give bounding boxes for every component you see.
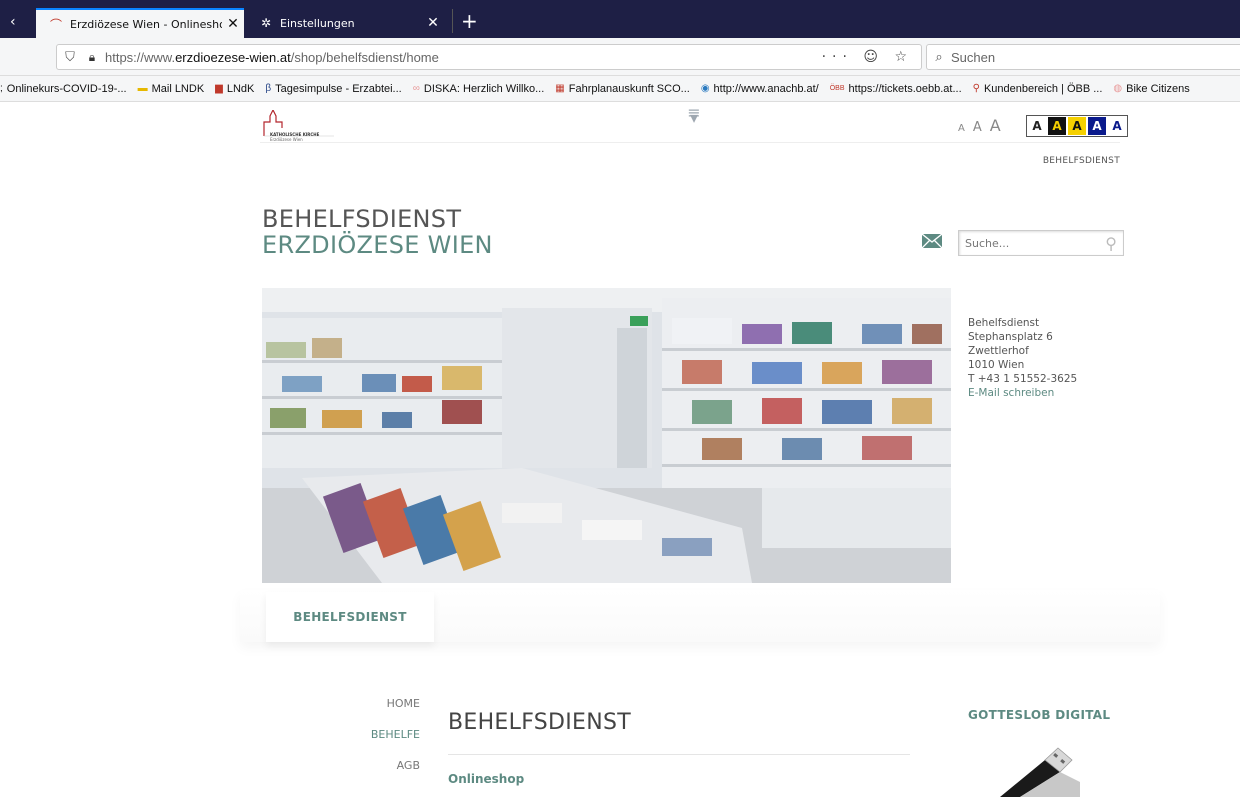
- main-heading: BEHELFSDIENST: [448, 710, 632, 735]
- nav-item-agb[interactable]: AGB: [360, 750, 420, 781]
- lock-icon[interactable]: 🔒︎: [83, 50, 101, 65]
- tab-title: Erzdiözese Wien - Onlineshop: [70, 17, 222, 31]
- main-heading-divider: [448, 754, 910, 755]
- bookmark-item[interactable]: ÖBB https://tickets.oebb.at...: [830, 83, 962, 95]
- tab-title: Einstellungen: [280, 16, 355, 30]
- email-link[interactable]: E-Mail schreiben: [968, 386, 1077, 400]
- bookmarks-toolbar: ; Onlinekurs-COVID-19-... ▬ Mail LNDK ▆ LNd…: [0, 76, 1240, 102]
- bookmark-item[interactable]: ▆ LNdK: [215, 83, 254, 95]
- anachb-icon: ◉: [700, 83, 710, 94]
- bookmark-item[interactable]: ◍ Bike Citizens: [1113, 83, 1189, 95]
- font-size-small-button[interactable]: A: [958, 123, 965, 134]
- bookmark-item[interactable]: ; Onlinekurs-COVID-19-...: [0, 83, 127, 95]
- search-placeholder: Suche...: [965, 236, 1010, 250]
- font-size-medium-button[interactable]: A: [973, 120, 982, 135]
- bookmark-item[interactable]: ◉ http://www.anachb.at/: [701, 83, 819, 95]
- page-actions-icons[interactable]: ··· ☺ ☆: [822, 49, 913, 65]
- sidebar-heading-gotteslob[interactable]: GOTTESLOB DIGITAL: [968, 708, 1110, 722]
- close-tab-icon[interactable]: ✕: [222, 16, 244, 32]
- contrast-switcher: A A A A A: [1026, 115, 1128, 137]
- bookmark-item[interactable]: ▬ Mail LNDK: [138, 83, 205, 95]
- shop-interior-illustration: [262, 288, 951, 583]
- contrast-blue-white-button[interactable]: A: [1088, 117, 1106, 135]
- flag-icon: ▆: [215, 83, 223, 94]
- oebb-icon: ÖBB: [829, 85, 845, 92]
- contact-city: 1010 Wien: [968, 359, 1025, 371]
- bookmark-item[interactable]: β Tagesimpulse - Erzabtei...: [265, 83, 401, 95]
- tracking-shield-icon[interactable]: ⛉: [57, 50, 83, 65]
- site-title[interactable]: BEHELFSDIENST ERZDIÖZESE WIEN: [262, 206, 493, 258]
- close-tab-icon[interactable]: ✕: [422, 15, 444, 31]
- page-icon: ;: [0, 83, 3, 94]
- hamburger-menu-icon[interactable]: ≡ ▾: [684, 105, 704, 126]
- font-size-large-button[interactable]: A: [990, 116, 1001, 135]
- contact-street: Stephansplatz 6: [968, 331, 1053, 343]
- site-title-line2: ERZDIÖZESE WIEN: [262, 231, 493, 259]
- sidebar-top-divider: [968, 686, 1118, 692]
- usb-stick-image[interactable]: [990, 742, 1080, 797]
- address-bar[interactable]: ⛉ 🔒︎ https://www.erzdioezese-wien.at/sho…: [56, 44, 922, 70]
- contrast-yellow-black-button[interactable]: A: [1068, 117, 1086, 135]
- url-text[interactable]: https://www.erzdioezese-wien.at/shop/beh…: [105, 50, 439, 65]
- site-title-line1: BEHELFSDIENST: [262, 205, 462, 233]
- main-subheading: Onlineshop: [448, 772, 525, 786]
- contact-name: Behelfsdienst: [968, 317, 1040, 329]
- oebb-icon: ▦: [555, 83, 565, 94]
- hero-shop-image: [262, 288, 951, 583]
- folder-icon: ▬: [137, 83, 148, 94]
- contrast-black-yellow-button[interactable]: A: [1048, 117, 1066, 135]
- b-icon: β: [265, 83, 272, 94]
- contact-phone: T +43 1 51552-3625: [968, 373, 1078, 385]
- bookmark-item[interactable]: ∞ DISKA: Herzlich Willko...: [413, 83, 545, 95]
- tab-einstellungen[interactable]: ✲ Einstellungen ✕: [246, 8, 444, 38]
- site-search-input[interactable]: Suche... ⚲: [958, 230, 1124, 256]
- bookmark-item[interactable]: ⚲ Kundenbereich | ÖBB ...: [973, 83, 1103, 95]
- header-divider: [260, 142, 1120, 143]
- search-icon[interactable]: ⚲: [1105, 234, 1117, 253]
- contact-building: Zwettlerhof: [968, 345, 1029, 357]
- diska-icon: ∞: [412, 83, 420, 94]
- contact-top-divider: [968, 288, 1118, 294]
- gear-icon: ✲: [260, 16, 272, 30]
- diocese-favicon-icon: ⌒: [49, 17, 62, 32]
- web-page: KATHOLISCHE KIRCHE Erzdiözese Wien ≡ ▾ A …: [0, 102, 1240, 797]
- section-tab-behelfsdienst[interactable]: BEHELFSDIENST: [266, 592, 434, 642]
- new-tab-button[interactable]: +: [452, 9, 478, 33]
- tab-scroll-left-icon[interactable]: ‹: [10, 14, 16, 30]
- search-icon: ⌕: [935, 49, 943, 64]
- browser-navbar: ⛉ 🔒︎ https://www.erzdioezese-wien.at/sho…: [0, 38, 1240, 76]
- tab-erzdioezese-onlineshop[interactable]: ⌒ Erzdiözese Wien - Onlineshop ✕: [36, 8, 244, 38]
- left-navigation: HOME BEHELFE AGB: [360, 688, 420, 781]
- contrast-default-button[interactable]: A: [1028, 117, 1046, 135]
- top-nav-link-behelfsdienst[interactable]: BEHELFSDIENST: [1043, 156, 1120, 166]
- browser-search-input[interactable]: ⌕ Suchen: [926, 44, 1240, 70]
- diocese-logo[interactable]: KATHOLISCHE KIRCHE Erzdiözese Wien: [260, 108, 340, 144]
- contact-info: Behelfsdienst Stephansplatz 6 Zwettlerho…: [968, 316, 1077, 400]
- nav-item-behelfe[interactable]: BEHELFE: [360, 719, 420, 750]
- bike-icon: ◍: [1113, 83, 1123, 94]
- font-size-switcher: A A A: [958, 116, 1001, 135]
- contrast-white-blue-button[interactable]: A: [1108, 117, 1126, 135]
- bookmark-item[interactable]: ▦ Fahrplanauskunft SCO...: [555, 83, 690, 95]
- browser-tabbar: ‹ ⌒ Erzdiözese Wien - Onlineshop ✕ ✲ Ein…: [0, 0, 1240, 38]
- location-pin-icon: ⚲: [972, 83, 980, 94]
- nav-item-home[interactable]: HOME: [360, 688, 420, 719]
- mail-icon[interactable]: [922, 234, 942, 248]
